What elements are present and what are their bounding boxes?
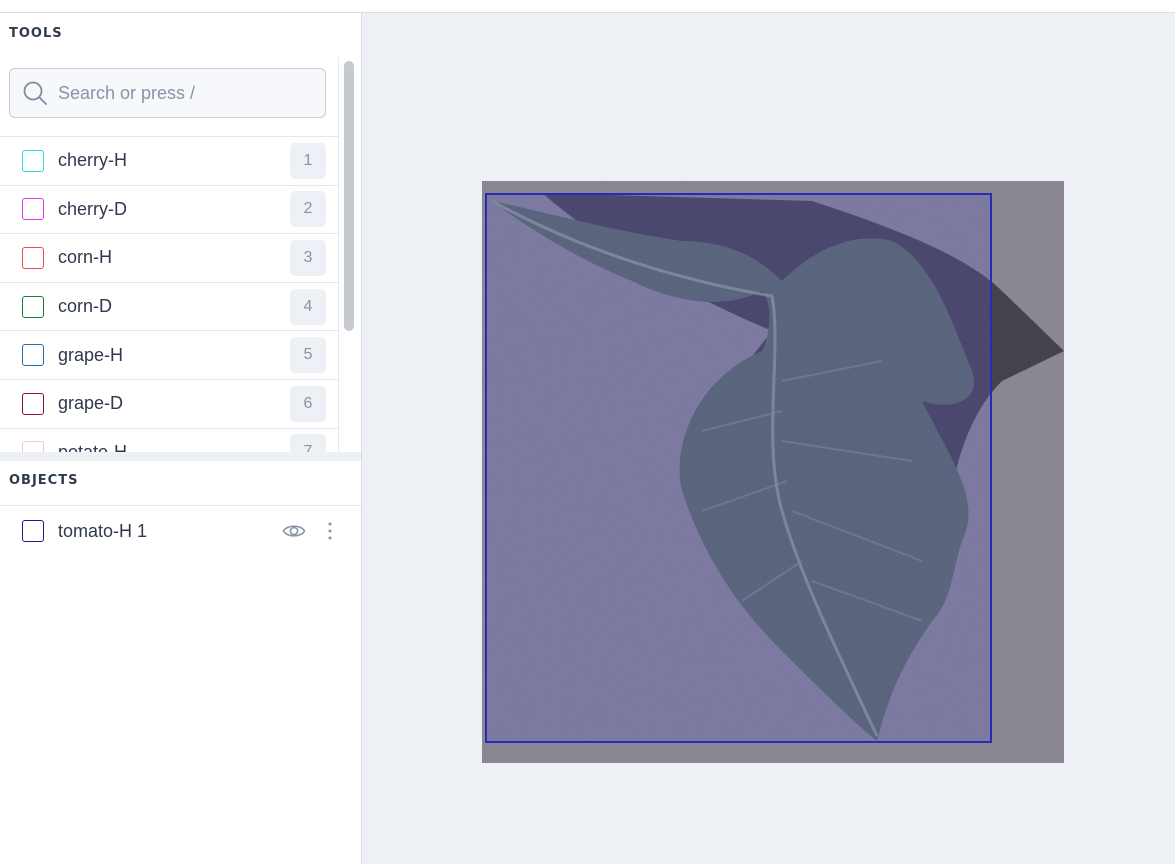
panel-divider [0, 452, 361, 461]
search-icon [23, 81, 47, 105]
hotkey-badge: 6 [290, 385, 326, 422]
sidebar: TOOLS cherry-H 1 cherry-D 2 corn-H [0, 13, 362, 864]
top-bar [0, 0, 1175, 13]
tools-panel: cherry-H 1 cherry-D 2 corn-H 3 corn-D 4 … [0, 57, 339, 452]
tool-label: cherry-H [58, 150, 128, 171]
tools-title: TOOLS [9, 26, 63, 41]
more-options-icon[interactable] [324, 520, 336, 542]
color-swatch [22, 198, 44, 221]
tool-label: cherry-D [58, 198, 128, 219]
search-box[interactable] [9, 68, 326, 118]
hotkey-badge: 3 [290, 239, 326, 276]
tool-label: corn-D [58, 296, 113, 317]
tool-label: potato-H [58, 441, 128, 452]
color-swatch [22, 246, 44, 269]
tool-item-corn-h[interactable]: corn-H 3 [0, 233, 338, 282]
objects-title: OBJECTS [9, 473, 79, 488]
object-label: tomato-H 1 [58, 520, 148, 541]
tool-item-cherry-d[interactable]: cherry-D 2 [0, 184, 338, 234]
hotkey-badge: 5 [290, 337, 326, 374]
tool-item-grape-h[interactable]: grape-H 5 [0, 330, 338, 379]
hotkey-badge: 4 [290, 288, 326, 325]
tool-label: grape-D [58, 393, 124, 414]
search-input[interactable] [58, 82, 298, 104]
color-swatch [22, 441, 44, 452]
hotkey-badge: 1 [290, 142, 326, 179]
tool-item-grape-d[interactable]: grape-D 6 [0, 378, 338, 428]
tool-item-corn-d[interactable]: corn-D 4 [0, 281, 338, 331]
hotkey-badge: 2 [290, 191, 326, 228]
objects-panel: tomato-H 1 [0, 505, 361, 556]
tool-item-cherry-h[interactable]: cherry-H 1 [0, 136, 338, 185]
tool-label: corn-H [58, 247, 113, 268]
color-swatch [22, 344, 44, 367]
color-swatch [22, 520, 44, 542]
tools-scrollbar[interactable] [344, 61, 354, 331]
color-swatch [22, 149, 44, 172]
object-item-tomato-h-1[interactable]: tomato-H 1 [0, 506, 361, 556]
eye-icon[interactable] [282, 520, 306, 542]
tool-label: grape-H [58, 344, 124, 365]
hotkey-badge: 7 [290, 434, 326, 452]
bounding-box-tomato-h-1[interactable] [485, 193, 992, 743]
tool-item-potato-h[interactable]: potato-H 7 [0, 427, 338, 452]
color-swatch [22, 392, 44, 415]
color-swatch [22, 295, 44, 318]
tool-list: cherry-H 1 cherry-D 2 corn-H 3 corn-D 4 … [0, 136, 338, 452]
